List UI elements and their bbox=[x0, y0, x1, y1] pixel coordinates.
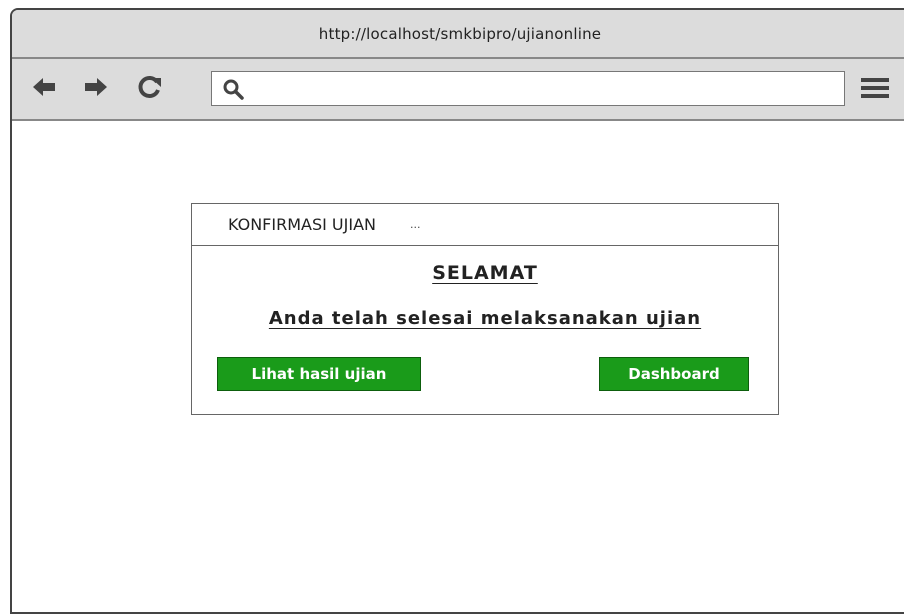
browser-toolbar bbox=[12, 59, 904, 121]
arrow-right-icon[interactable] bbox=[82, 74, 110, 100]
reload-icon[interactable] bbox=[136, 74, 164, 100]
search-icon bbox=[223, 79, 244, 100]
dashboard-button[interactable]: Dashboard bbox=[599, 357, 749, 391]
congrats-heading: SELAMAT bbox=[192, 262, 778, 284]
page-content: KONFIRMASI UJIAN ... SELAMAT Anda telah … bbox=[12, 121, 904, 612]
browser-window: http://localhost/smkbipro/ujianonline KO… bbox=[10, 8, 904, 614]
arrow-left-icon[interactable] bbox=[30, 74, 58, 100]
panel-title: KONFIRMASI UJIAN bbox=[228, 215, 376, 234]
hamburger-menu-icon[interactable] bbox=[861, 77, 889, 99]
address-bar[interactable] bbox=[211, 71, 845, 106]
url-title: http://localhost/smkbipro/ujianonline bbox=[12, 10, 904, 59]
completion-message: Anda telah selesai melaksanakan ujian bbox=[192, 308, 778, 329]
completion-message-text: Anda telah selesai melaksanakan ujian bbox=[268, 308, 702, 329]
view-results-button[interactable]: Lihat hasil ujian bbox=[217, 357, 421, 391]
confirmation-panel: KONFIRMASI UJIAN ... SELAMAT Anda telah … bbox=[191, 203, 779, 415]
panel-title-dots: ... bbox=[410, 218, 421, 231]
congrats-heading-text: SELAMAT bbox=[432, 262, 538, 284]
panel-header: KONFIRMASI UJIAN ... bbox=[192, 204, 778, 246]
